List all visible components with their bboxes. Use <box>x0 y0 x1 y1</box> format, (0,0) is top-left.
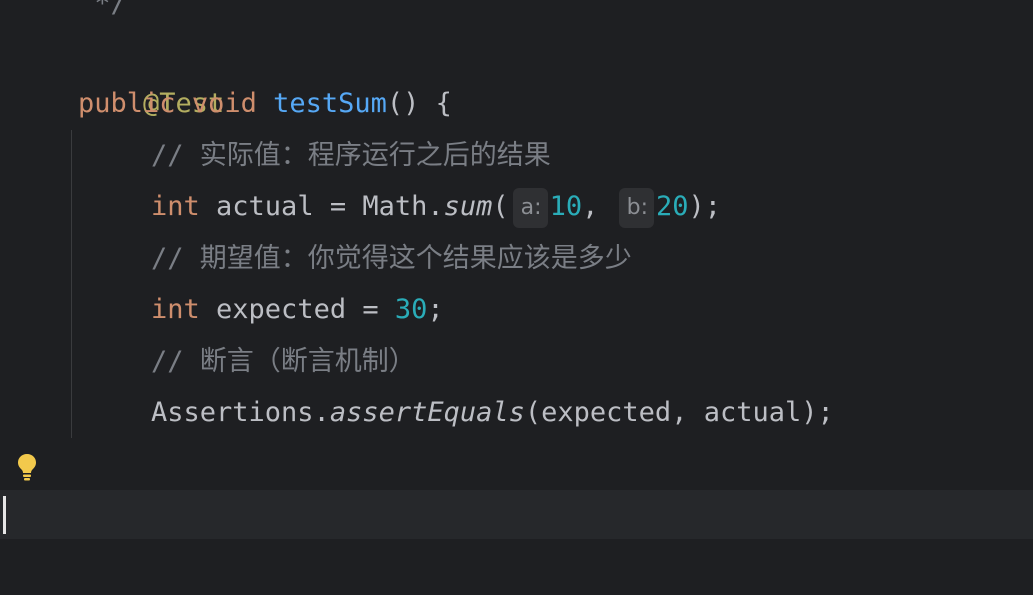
signature-tail: () { <box>386 88 452 119</box>
call-end: ); <box>688 191 722 222</box>
expected-semicolon: ; <box>427 294 444 325</box>
code-line-expected[interactable]: int expected = 30; <box>151 284 444 336</box>
comment-expected[interactable]: // 期望值：你觉得这个结果应该是多少 <box>151 233 632 285</box>
arg-b-value: 20 <box>656 191 689 222</box>
expected-assign: expected = <box>199 294 395 325</box>
code-editor[interactable]: */ @Test public void testSum() { // 实际值：… <box>0 0 1033 539</box>
indent-guide <box>71 130 72 438</box>
arg-comma: , <box>582 191 599 222</box>
actual-assign: actual = Math. <box>199 191 444 222</box>
expected-value: 30 <box>394 294 428 325</box>
code-line-method-signature[interactable]: public void testSum() { <box>78 78 452 130</box>
keyword-void: void <box>191 88 257 119</box>
code-line-closing-brace[interactable]: } <box>78 439 159 532</box>
assertions-class: Assertions. <box>151 397 330 428</box>
keyword-public: public <box>78 88 176 119</box>
code-line-actual[interactable]: int actual = Math.sum(a: 10, b: 20); <box>151 181 721 233</box>
current-line-highlight[interactable] <box>0 490 1033 539</box>
code-line-assert[interactable]: Assertions.assertEquals(expected, actual… <box>151 387 834 439</box>
keyword-int: int <box>151 294 200 325</box>
assert-args: (expected, actual); <box>524 397 834 428</box>
text-caret <box>3 496 6 534</box>
arg-a-value: 10 <box>549 191 583 222</box>
sum-call: sum <box>443 191 493 222</box>
paren-open: ( <box>492 191 509 222</box>
keyword-int: int <box>151 191 200 222</box>
param-hint-b: b: <box>618 188 655 228</box>
method-name: testSum <box>273 88 387 119</box>
comment-assert[interactable]: // 断言（断言机制） <box>151 336 416 388</box>
code-line-annotation[interactable]: @Test <box>78 26 224 119</box>
param-hint-a: a: <box>512 188 548 228</box>
comment-actual[interactable]: // 实际值：程序运行之后的结果 <box>151 130 551 182</box>
lightbulb-icon[interactable] <box>15 452 39 482</box>
assert-equals-method: assertEquals <box>329 397 525 428</box>
